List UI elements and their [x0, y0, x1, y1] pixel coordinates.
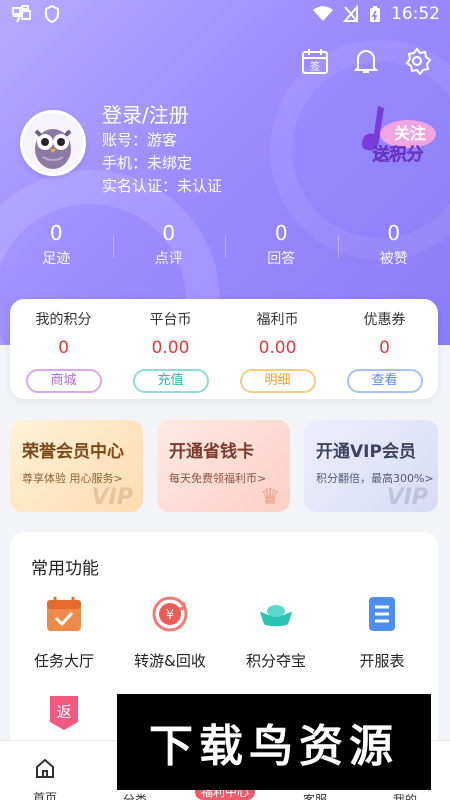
badge-line2: 送积分: [373, 144, 424, 165]
promo-cards: 荣誉会员中心 尊享体验 用心服务> VIP 开通省钱卡 每天免费领福利币> ♛ …: [10, 420, 438, 512]
app-notification-icon: [12, 5, 31, 23]
settings-button[interactable]: [403, 47, 432, 76]
wallet-label: 我的积分: [35, 312, 92, 328]
card-title: 开通VIP会员: [316, 442, 416, 462]
crown-icon: ♛: [260, 485, 280, 510]
wallet-coupons: 优惠券 0 查看: [331, 299, 438, 399]
stat-value: 0: [274, 221, 288, 245]
tab-label: 我的: [392, 793, 417, 800]
tab-label: 客服: [302, 793, 327, 800]
view-coupons-button[interactable]: 查看: [346, 369, 423, 393]
avatar[interactable]: [20, 110, 86, 176]
gear-icon: [405, 47, 432, 76]
honor-member-card[interactable]: 荣誉会员中心 尊享体验 用心服务> VIP: [10, 420, 143, 512]
card-title: 开通省钱卡: [169, 442, 254, 462]
server-list-item[interactable]: 开服表: [332, 594, 432, 672]
stat-value: 0: [49, 221, 63, 245]
saving-card-card[interactable]: 开通省钱卡 每天免费领福利币> ♛: [157, 420, 290, 512]
task-hall-item[interactable]: 任务大厅: [14, 594, 114, 672]
shield-icon: [45, 5, 59, 23]
wallet-label: 平台币: [149, 312, 192, 328]
wallet-points: 我的积分 0 商城: [10, 299, 117, 399]
wallet-platform-coin: 平台币 0.00 充值: [117, 299, 224, 399]
vip-decoration: VIP: [91, 485, 133, 510]
transfer-recycle-item[interactable]: ¥ 转游&回收: [120, 594, 220, 672]
vip-member-card[interactable]: 开通VIP会员 积分翻倍，最高300%> VIP: [304, 420, 438, 512]
wallet-label: 福利币: [256, 312, 299, 328]
phone-text: 手机：未绑定: [102, 154, 193, 172]
wallet-card: 我的积分 0 商城 平台币 0.00 充值 福利币 0.00 明细 优惠券 0 …: [10, 299, 438, 399]
stat-label: 回答: [267, 251, 296, 267]
status-bar: 16:52: [0, 0, 450, 30]
wallet-value: 0: [379, 338, 390, 358]
follow-reward-graphic: 关注 送积分: [362, 106, 436, 165]
wallet-value: 0.00: [151, 338, 190, 358]
stats-row: 0 足迹 0 点评 0 回答 0 被赞: [0, 220, 450, 276]
stat-answers[interactable]: 0 回答: [225, 220, 338, 276]
function-label: 任务大厅: [33, 652, 94, 670]
stat-value: 0: [162, 221, 176, 245]
wallet-label: 优惠券: [363, 312, 406, 328]
wallet-value: 0.00: [258, 338, 297, 358]
tab-home[interactable]: 首页: [0, 741, 90, 800]
stat-reviews[interactable]: 0 点评: [112, 220, 226, 276]
stat-footprint[interactable]: 0 足迹: [0, 220, 113, 276]
no-signal-icon: [343, 5, 358, 22]
notification-button[interactable]: [352, 47, 380, 75]
sign-label: 签: [310, 60, 320, 73]
mall-button[interactable]: 商城: [25, 369, 102, 393]
function-label: 转游&回收: [134, 652, 206, 670]
vip-decoration: VIP: [386, 485, 428, 510]
sign-in-button[interactable]: 签: [301, 47, 329, 75]
gold-ingot-icon: [260, 605, 292, 627]
details-button[interactable]: 明细: [239, 369, 316, 393]
badge-line1: 关注: [394, 124, 426, 143]
watermark-overlay: 下载鸟资源: [117, 694, 431, 790]
home-icon: [36, 758, 54, 778]
profile-header: 16:52 签 登录/注册 账号：游客 手机：未绑定 实名认证：未认证 关注 送…: [0, 0, 450, 345]
stat-label: 点评: [154, 251, 183, 267]
profile-info: 登录/注册 账号：游客 手机：未绑定 实名认证：未认证: [102, 101, 222, 198]
points-treasure-item[interactable]: 积分夺宝: [226, 594, 326, 672]
bell-icon: [353, 50, 379, 73]
follow-reward-badge[interactable]: 关注 送积分: [350, 98, 438, 168]
card-title: 荣誉会员中心: [22, 442, 124, 462]
stat-likes[interactable]: 0 被赞: [337, 220, 450, 276]
stat-label: 被赞: [379, 251, 408, 267]
function-label: 开服表: [359, 652, 405, 670]
function-label: 积分夺宝: [245, 652, 306, 670]
wallet-value: 0: [58, 338, 69, 358]
svg-text:¥: ¥: [166, 608, 174, 623]
task-calendar-icon: [47, 597, 81, 631]
wallet-welfare-coin: 福利币 0.00 明细: [224, 299, 331, 399]
section-title: 常用功能: [31, 559, 99, 579]
tab-label: 分类: [122, 793, 147, 800]
battery-icon: [370, 6, 380, 22]
status-time: 16:52: [391, 4, 440, 24]
owl-avatar-icon: [23, 113, 83, 173]
rebate-item[interactable]: 返: [14, 692, 114, 736]
profile-page: 16:52 签 登录/注册 账号：游客 手机：未绑定 实名认证：未认证 关注 送…: [0, 0, 450, 800]
rebate-icon: 返: [50, 696, 78, 730]
list-document-icon: [369, 597, 395, 631]
wifi-icon: [313, 6, 333, 21]
login-register-link[interactable]: 登录/注册: [102, 101, 222, 129]
tab-label: 首页: [32, 791, 57, 800]
realname-text: 实名认证：未认证: [102, 177, 223, 195]
stat-label: 足迹: [42, 251, 71, 267]
calendar-sign-icon: 签: [302, 49, 328, 74]
recycle-coin-icon: ¥: [152, 596, 188, 632]
rebate-glyph: 返: [56, 703, 71, 721]
recharge-button[interactable]: 充值: [132, 369, 209, 393]
account-text: 账号：游客: [102, 131, 178, 149]
stat-value: 0: [387, 221, 401, 245]
